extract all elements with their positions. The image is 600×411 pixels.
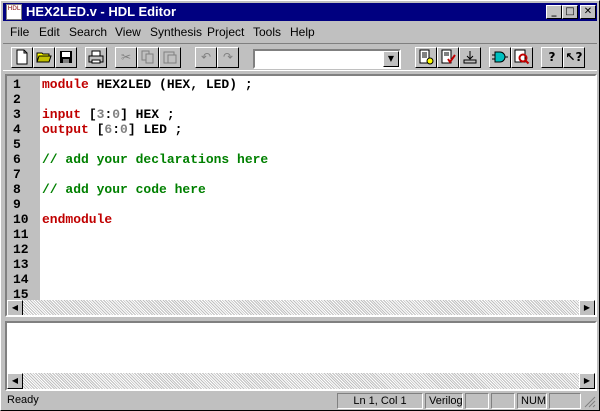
line-number: 14 xyxy=(13,272,29,287)
output-scroll-right-icon[interactable]: ▶ xyxy=(579,373,595,389)
toolbar: ✂ ↶ ↷ ▼ ? ↖? xyxy=(3,43,597,71)
code-token: HEX2LED (HEX, LED) ; xyxy=(88,77,253,92)
code-editor[interactable]: 1 2 3 4 5 6 7 8 9 10 11 12 13 14 15 module HEX2LED (HE… xyxy=(5,74,597,317)
code-line[interactable]: module HEX2LED (HEX, LED) ; xyxy=(42,77,253,92)
resize-grip-icon[interactable] xyxy=(583,395,596,408)
target-combo[interactable]: ▼ xyxy=(253,49,401,69)
menu-project[interactable]: Project xyxy=(207,25,244,39)
line-number: 12 xyxy=(13,242,29,257)
status-cell-3 xyxy=(465,393,489,409)
line-number: 3 xyxy=(13,107,21,122)
menu-tools[interactable]: Tools xyxy=(253,25,281,39)
chevron-down-icon[interactable]: ▼ xyxy=(383,51,399,67)
line-number: 9 xyxy=(13,197,21,212)
help-icon[interactable]: ? xyxy=(541,47,563,68)
scroll-left-icon[interactable]: ◀ xyxy=(7,300,23,315)
code-token: 0 xyxy=(112,107,121,122)
editor-horizontal-scrollbar[interactable]: ◀ ▶ xyxy=(7,300,595,315)
line-number: 2 xyxy=(13,92,21,107)
save-icon[interactable] xyxy=(55,47,77,68)
code-token: [ xyxy=(81,107,97,122)
code-line[interactable]: output [6:0] LED ; xyxy=(42,122,182,137)
status-cell-4 xyxy=(491,393,515,409)
code-line[interactable]: // add your code here xyxy=(42,182,206,197)
check-syntax-icon[interactable] xyxy=(437,47,459,68)
menu-view[interactable]: View xyxy=(115,25,141,39)
menu-bar: File Edit Search View Synthesis Project … xyxy=(3,23,597,41)
code-token: input xyxy=(42,107,82,122)
language-mode: Verilog xyxy=(425,393,463,409)
copy-icon[interactable] xyxy=(137,47,159,68)
window-title: HEX2LED.v - HDL Editor xyxy=(26,4,177,19)
code-token: // add your code here xyxy=(42,182,206,197)
line-number: 10 xyxy=(13,212,29,227)
open-folder-icon[interactable] xyxy=(33,47,55,68)
cut-icon[interactable]: ✂ xyxy=(115,47,137,68)
build-icon[interactable] xyxy=(415,47,437,68)
line-number: 13 xyxy=(13,257,29,272)
status-bar: Ready Ln 1, Col 1 Verilog NUM xyxy=(3,393,597,410)
line-number: 5 xyxy=(13,137,21,152)
menu-file[interactable]: File xyxy=(10,25,29,39)
paste-icon[interactable] xyxy=(159,47,181,68)
line-number-gutter: 1 2 3 4 5 6 7 8 9 10 11 12 13 14 15 xyxy=(7,76,40,302)
code-token: 0 xyxy=(120,122,128,137)
menu-search[interactable]: Search xyxy=(69,25,107,39)
simulate-icon[interactable] xyxy=(489,47,511,68)
menu-help[interactable]: Help xyxy=(290,25,315,39)
find-icon[interactable] xyxy=(511,47,533,68)
code-token: output xyxy=(42,122,89,137)
new-file-icon[interactable] xyxy=(11,47,33,68)
line-number: 4 xyxy=(13,122,21,137)
cursor-position: Ln 1, Col 1 xyxy=(337,393,423,409)
code-token: ] HEX ; xyxy=(120,107,175,122)
redo-icon[interactable]: ↷ xyxy=(217,47,239,68)
context-help-icon[interactable]: ↖? xyxy=(563,47,585,68)
status-message: Ready xyxy=(7,394,39,406)
title-bar[interactable]: HDL HEX2LED.v - HDL Editor _ □ ✕ xyxy=(3,3,597,21)
menu-edit[interactable]: Edit xyxy=(39,25,60,39)
line-number: 11 xyxy=(13,227,29,242)
code-token: [ xyxy=(88,122,105,137)
code-token: : xyxy=(112,122,121,137)
output-scroll-left-icon[interactable]: ◀ xyxy=(7,373,23,389)
hdl-editor-window: HDL HEX2LED.v - HDL Editor _ □ ✕ File Ed… xyxy=(0,0,600,411)
close-button[interactable]: ✕ xyxy=(580,5,596,19)
print-icon[interactable] xyxy=(85,47,107,68)
minimize-button[interactable]: _ xyxy=(546,5,562,19)
code-line[interactable]: endmodule xyxy=(42,212,112,227)
implement-icon[interactable] xyxy=(459,47,481,68)
code-token: module xyxy=(42,77,89,92)
line-number: 6 xyxy=(13,152,21,167)
code-token: endmodule xyxy=(42,212,113,227)
line-number: 7 xyxy=(13,167,21,182)
line-number: 1 xyxy=(13,77,21,92)
code-token: ] LED ; xyxy=(127,122,183,137)
code-line[interactable]: input [3:0] HEX ; xyxy=(42,107,175,122)
code-line[interactable]: // add your declarations here xyxy=(42,152,268,167)
code-token: // add your declarations here xyxy=(42,152,269,167)
status-cell-6 xyxy=(549,393,581,409)
num-lock-indicator: NUM xyxy=(517,393,547,409)
menu-synthesis[interactable]: Synthesis xyxy=(150,25,202,39)
line-number: 8 xyxy=(13,182,21,197)
app-icon[interactable]: HDL xyxy=(6,4,22,20)
output-horizontal-scrollbar[interactable]: ◀ ▶ xyxy=(7,373,595,389)
output-pane[interactable]: ◀ ▶ xyxy=(5,321,597,391)
scroll-right-icon[interactable]: ▶ xyxy=(579,300,595,315)
undo-icon[interactable]: ↶ xyxy=(195,47,217,68)
maximize-button[interactable]: □ xyxy=(562,5,578,19)
